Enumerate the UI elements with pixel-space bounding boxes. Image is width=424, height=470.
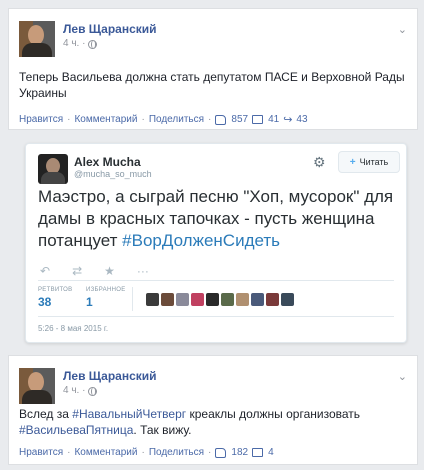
share-icon: ↪ [283,114,293,126]
post-time-text[interactable]: 4 ч. · [63,37,85,51]
retweets-label: РЕТВИТОВ [38,287,73,293]
favorite-icon[interactable]: ★ [104,264,115,278]
post-meta: Лев Щаранский 4 ч. · [63,368,157,404]
embedded-tweet: Alex Mucha @mucha_so_much ⚙ + Читать Маэ… [25,143,407,343]
tweet-hashtag[interactable]: #ВорДолженСидеть [122,231,280,250]
post-header: Лев Щаранский 4 ч. · [19,21,157,57]
share-link[interactable]: Поделиться [149,114,204,125]
tweet-text: Маэстро, а сыграй песню "Хоп, мусорок" д… [38,186,400,252]
chevron-down-icon[interactable]: ⌄ [398,370,407,383]
separator: · [67,447,71,458]
comment-link[interactable]: Комментарий [74,447,137,458]
globe-icon [88,386,98,396]
post-time: 4 ч. · [63,37,157,51]
like-link[interactable]: Нравится [19,447,63,458]
gear-icon[interactable]: ⚙ [313,154,326,171]
favorites-count: 1 [86,295,93,309]
likes-count[interactable]: 857 [231,114,248,125]
divider [38,280,394,281]
comments-count[interactable]: 41 [268,114,279,125]
divider [38,316,394,317]
retweeter-avatar[interactable] [221,293,234,306]
tweet-author-handle[interactable]: @mucha_so_much [74,169,152,179]
post-text-part: . Так вижу. [133,423,192,437]
author-name[interactable]: Лев Щаранский [63,21,157,37]
retweeter-avatar[interactable] [146,293,159,306]
follow-button[interactable]: + Читать [338,151,400,173]
like-link[interactable]: Нравится [19,114,63,125]
post-time-text[interactable]: 4 ч. · [63,384,85,398]
like-icon [215,447,227,458]
separator: · [208,447,212,458]
avatar[interactable] [38,154,68,184]
globe-icon [88,39,98,49]
retweeter-avatar[interactable] [176,293,189,306]
favorites-label: ИЗБРАННОЕ [86,287,126,293]
facebook-post-1: Лев Щаранский 4 ч. · ⌄ Теперь Васильева … [8,8,418,130]
retweeter-avatar[interactable] [251,293,264,306]
avatar[interactable] [19,21,55,57]
separator: · [141,447,145,458]
tweet-actions: ↶ ⇄ ★ ··· [40,264,149,278]
post-text-part: креаклы должны организовать [186,407,361,421]
follow-label: Читать [359,157,389,167]
retweeter-avatar[interactable] [236,293,249,306]
facebook-post-2: Лев Щаранский 4 ч. · ⌄ Вслед за #Навальн… [8,355,418,465]
author-name[interactable]: Лев Щаранский [63,368,157,384]
comment-link[interactable]: Комментарий [74,114,137,125]
retweeter-avatars [146,293,294,306]
favorites-stat[interactable]: ИЗБРАННОЕ 1 [86,287,126,309]
comments-count[interactable]: 4 [268,447,274,458]
tweet-date[interactable]: 5:26 - 8 мая 2015 г. [38,324,108,333]
retweeter-avatar[interactable] [281,293,294,306]
shares-count[interactable]: 43 [296,114,307,125]
retweeter-avatar[interactable] [161,293,174,306]
hashtag-link[interactable]: #НавальныйЧетверг [72,407,186,421]
retweeter-avatar[interactable] [206,293,219,306]
comment-icon [252,115,264,124]
post-header: Лев Щаранский 4 ч. · [19,368,157,404]
separator: · [67,114,71,125]
post-time: 4 ч. · [63,384,157,398]
tweet-author-name[interactable]: Alex Mucha [74,155,141,169]
post-meta: Лев Щаранский 4 ч. · [63,21,157,57]
more-icon[interactable]: ··· [137,264,149,278]
post-actions: Нравится · Комментарий · Поделиться · 85… [19,113,308,126]
divider [132,287,133,311]
likes-count[interactable]: 182 [231,447,248,458]
post-text: Вслед за #НавальныйЧетверг креаклы должн… [19,406,405,438]
chevron-down-icon[interactable]: ⌄ [398,23,407,36]
comment-icon [252,448,264,457]
retweeter-avatar[interactable] [266,293,279,306]
retweet-icon[interactable]: ⇄ [72,264,82,278]
retweets-count: 38 [38,295,52,309]
share-link[interactable]: Поделиться [149,447,204,458]
like-icon [215,114,227,125]
post-text: Теперь Васильева должна стать депутатом … [19,70,405,100]
avatar[interactable] [19,368,55,404]
post-actions: Нравится · Комментарий · Поделиться · 18… [19,447,274,458]
hashtag-link[interactable]: #ВасильеваПятница [19,423,133,437]
reply-icon[interactable]: ↶ [40,264,50,278]
retweeter-avatar[interactable] [191,293,204,306]
post-text-part: Вслед за [19,407,73,421]
separator: · [141,114,145,125]
separator: · [208,114,212,125]
follow-plus-icon: + [349,156,356,168]
retweets-stat[interactable]: РЕТВИТОВ 38 [38,287,72,309]
